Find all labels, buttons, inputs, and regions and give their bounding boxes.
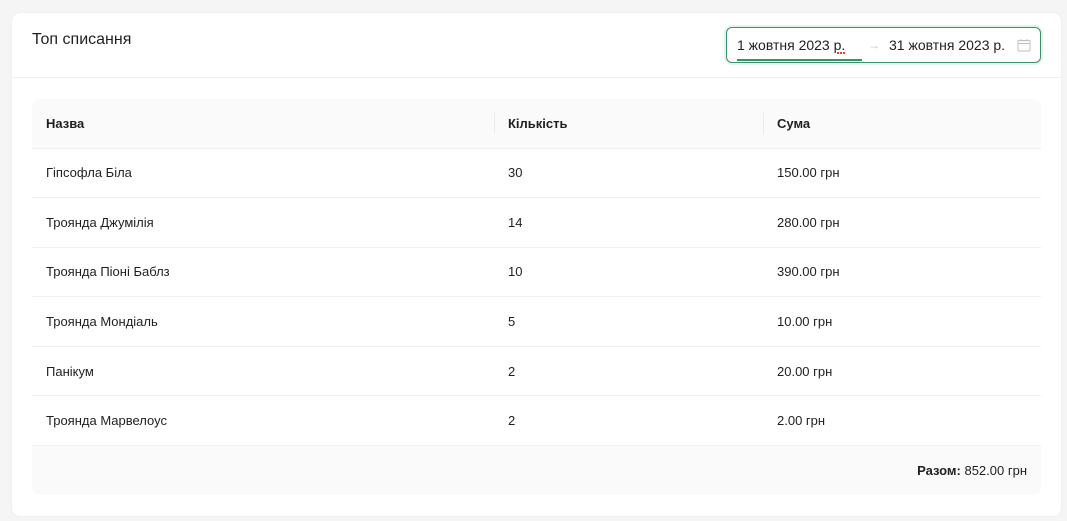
spellcheck-underline bbox=[837, 50, 845, 54]
calendar-icon[interactable] bbox=[1017, 38, 1031, 52]
cell-quantity: 14 bbox=[494, 197, 763, 248]
table-row: Гіпсофла Біла 30 150.00 грн bbox=[32, 148, 1041, 199]
summary-value: 852.00 грн bbox=[964, 463, 1027, 479]
writeoffs-table: Назва Кількість Сума Гіпсофла Біла 30 15… bbox=[32, 99, 1041, 495]
cell-name: Троянда Джумілія bbox=[32, 197, 494, 248]
cell-name: Панікум bbox=[32, 346, 494, 397]
cell-sum: 280.00 грн bbox=[763, 197, 1041, 248]
column-header-sum: Сума bbox=[763, 99, 1041, 149]
cell-sum: 150.00 грн bbox=[763, 148, 1041, 199]
summary-label: Разом: bbox=[917, 463, 961, 479]
cell-sum: 10.00 грн bbox=[763, 296, 1041, 347]
cell-sum: 390.00 грн bbox=[763, 247, 1041, 298]
cell-name: Троянда Марвелоус bbox=[32, 395, 494, 447]
range-active-indicator bbox=[737, 59, 862, 61]
top-writeoffs-card: Топ списання 1 жовтня 2023 р. → 31 жовтн… bbox=[12, 13, 1061, 516]
column-header-name: Назва bbox=[32, 99, 494, 149]
cell-name: Троянда Мондіаль bbox=[32, 296, 494, 347]
cell-quantity: 2 bbox=[494, 395, 763, 447]
table-header-row: Назва Кількість Сума bbox=[32, 99, 1041, 149]
table-row: Панікум 2 20.00 грн bbox=[32, 346, 1041, 397]
cell-quantity: 5 bbox=[494, 296, 763, 347]
table-row: Троянда Піоні Баблз 10 390.00 грн bbox=[32, 247, 1041, 298]
table-summary: Разом: 852.00 грн bbox=[32, 446, 1041, 495]
cell-sum: 20.00 грн bbox=[763, 346, 1041, 397]
cell-name: Гіпсофла Біла bbox=[32, 148, 494, 199]
card-title: Топ списання bbox=[32, 31, 132, 48]
range-end-input[interactable]: 31 жовтня 2023 р. bbox=[889, 28, 1017, 62]
cell-quantity: 30 bbox=[494, 148, 763, 199]
cell-quantity: 2 bbox=[494, 346, 763, 397]
card-header: Топ списання 1 жовтня 2023 р. → 31 жовтн… bbox=[12, 13, 1061, 78]
range-start-input[interactable]: 1 жовтня 2023 р. bbox=[737, 28, 861, 62]
cell-name: Троянда Піоні Баблз bbox=[32, 247, 494, 298]
range-separator-arrow-icon: → bbox=[868, 38, 880, 52]
date-range-picker[interactable]: 1 жовтня 2023 р. → 31 жовтня 2023 р. bbox=[726, 27, 1041, 63]
column-header-quantity: Кількість bbox=[494, 99, 763, 149]
cell-quantity: 10 bbox=[494, 247, 763, 298]
cell-sum: 2.00 грн bbox=[763, 395, 1041, 447]
table-row: Троянда Марвелоус 2 2.00 грн bbox=[32, 395, 1041, 447]
table-row: Троянда Джумілія 14 280.00 грн bbox=[32, 197, 1041, 248]
table-row: Троянда Мондіаль 5 10.00 грн bbox=[32, 296, 1041, 347]
